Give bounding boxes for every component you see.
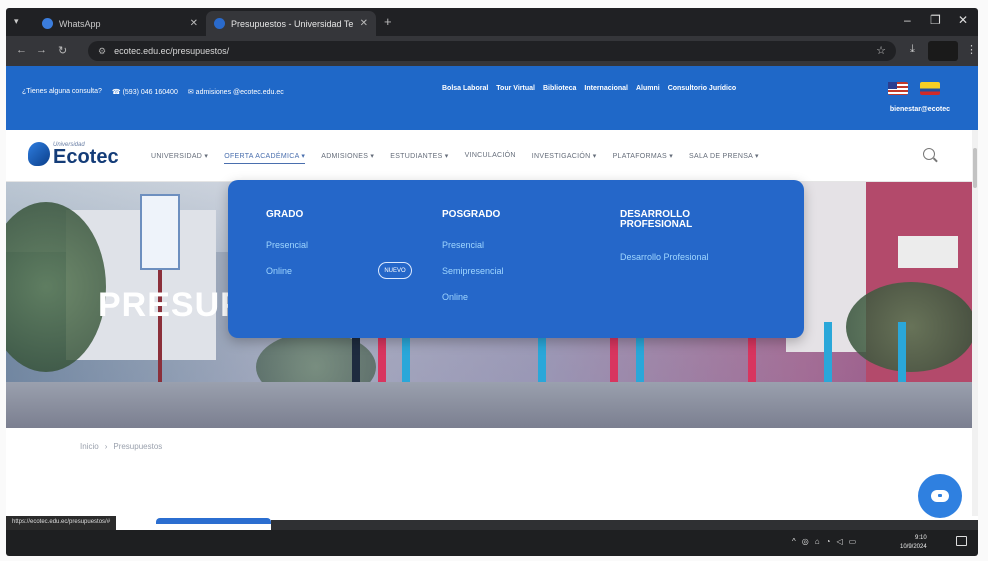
menu-heading-grado: GRADO [266,209,304,220]
bookmark-star-icon[interactable]: ☆ [876,44,886,57]
phone-link[interactable]: ☎ (593) 046 160400 [112,88,178,96]
volume-icon[interactable]: ◁ [836,537,842,546]
page-scrollbar[interactable] [972,130,978,516]
nav-vinculacion[interactable]: VINCULACIÓN [465,152,516,164]
top-link-internacional[interactable]: Internacional [584,85,628,92]
menu-heading-desarrollo: DESARROLLO PROFESIONAL [620,209,693,230]
contact-info: ¿Tienes alguna consulta? ☎ (593) 046 160… [22,88,284,96]
breadcrumb: Inicio › Presupuestos [80,442,162,451]
minimize-icon[interactable]: – [904,13,911,27]
nav-investigacion[interactable]: INVESTIGACIÓN ▾ [532,152,597,164]
menu-link-desarrollo-profesional[interactable]: Desarrollo Profesional [620,252,720,262]
new-tab-plus-icon[interactable]: + [384,14,392,29]
browser-tab-strip: ▾ WhatsApp ✕ Presupuestos - Universidad … [6,8,978,36]
menu-heading-posgrado: POSGRADO [442,209,501,220]
address-bar[interactable]: ⚙ ecotec.edu.ec/presupuestos/ ☆ [88,41,896,61]
breadcrumb-current: Presupuestos [113,442,163,451]
top-link-bolsa-laboral[interactable]: Bolsa Laboral [442,85,488,92]
hero-ground [6,382,978,428]
nav-plataformas[interactable]: PLATAFORMAS ▾ [613,152,673,164]
tab-presupuestos[interactable]: Presupuestos - Universidad Te ✕ [206,11,376,36]
breadcrumb-separator: › [104,442,108,451]
top-link-consultorio[interactable]: Consultorio Jurídico [668,85,736,92]
maximize-icon[interactable]: ❐ [930,13,941,27]
windows-taskbar: ^ ◎ ⌂ ◔ ◁ ▭ 9:10 10/9/2024 [6,530,978,556]
close-window-icon[interactable]: ✕ [958,13,968,27]
hero-window [898,236,958,268]
main-menu: UNIVERSIDAD ▾ OFERTA ACADÉMICA ▾ ADMISIO… [151,152,775,164]
ecotec-logo-mark-icon [28,142,50,166]
tray-app-icon[interactable]: ◎ [802,537,809,546]
ecotec-logo[interactable]: Universidad Ecotec [28,142,119,168]
menu-link-posgrado-presencial[interactable]: Presencial [442,240,504,250]
whatsapp-favicon-icon [42,18,53,29]
ecotec-favicon-icon [214,18,225,29]
site-info-icon[interactable]: ⚙ [98,46,106,57]
reload-icon[interactable]: ↻ [58,44,67,57]
status-url-bubble: https://ecotec.edu.ec/presupuestos/# [6,516,117,530]
top-link-bienestar[interactable]: bienestar@ecotec [890,106,950,113]
nav-oferta-academica[interactable]: OFERTA ACADÉMICA ▾ [224,152,306,164]
forward-arrow-icon[interactable]: → [36,44,47,56]
taskbar-time: 9:10 [915,535,927,541]
top-link-biblioteca[interactable]: Biblioteca [543,85,576,92]
oferta-academica-dropdown: GRADO Presencial Online NUEVO POSGRADO P… [228,180,804,338]
menu-column-grado: GRADO Presencial Online [266,210,308,292]
tab-search-icon[interactable]: ▾ [14,16,19,27]
nav-estudiantes[interactable]: ESTUDIANTES ▾ [390,152,448,164]
logo-name: Ecotec [53,146,119,168]
site-nav: Universidad Ecotec UNIVERSIDAD ▾ OFERTA … [6,130,978,182]
menu-link-posgrado-semipresencial[interactable]: Semipresencial [442,266,504,276]
hero-tree [846,282,976,372]
taskbar-date: 10/9/2024 [900,544,927,550]
tab-title: Presupuestos - Universidad Te [231,18,354,29]
chat-button[interactable] [918,474,962,518]
hero-title: PRESUP [98,286,244,324]
menu-link-grado-online[interactable]: Online [266,266,308,276]
tab-title: WhatsApp [59,18,101,29]
scrollbar-thumb[interactable] [973,148,977,188]
network-icon[interactable]: ⌂ [815,537,820,546]
taskbar-clock[interactable]: 9:10 10/9/2024 [900,534,927,552]
tray-chevron-icon[interactable]: ^ [792,537,796,546]
ecuador-flag-icon[interactable] [920,82,940,95]
language-icon[interactable]: ▭ [849,537,857,546]
breadcrumb-home[interactable]: Inicio [80,442,99,451]
hero-signboard [140,194,180,270]
search-icon[interactable] [923,148,935,160]
back-arrow-icon[interactable]: ← [16,44,27,56]
wifi-icon[interactable]: ◔ [826,537,831,546]
email-link[interactable]: ✉ admisiones @ecotec.edu.ec [188,88,284,96]
top-link-tour-virtual[interactable]: Tour Virtual [496,85,535,92]
menu-link-grado-presencial[interactable]: Presencial [266,240,308,250]
nav-admisiones[interactable]: ADMISIONES ▾ [321,152,374,164]
top-links: Bolsa Laboral Tour Virtual Biblioteca In… [442,85,736,92]
close-tab-icon[interactable]: ✕ [190,18,198,29]
menu-kebab-icon[interactable]: ⋮ [966,43,977,56]
nuevo-badge: NUEVO [378,262,412,279]
nav-sala-de-prensa[interactable]: SALA DE PRENSA ▾ [689,152,759,164]
us-flag-icon[interactable] [888,82,908,95]
close-tab-icon[interactable]: ✕ [360,18,368,29]
browser-toolbar: ← → ↻ ⚙ ecotec.edu.ec/presupuestos/ ☆ ⤓ … [6,36,978,66]
menu-column-desarrollo: DESARROLLO PROFESIONAL Desarrollo Profes… [620,210,720,278]
system-tray: ^ ◎ ⌂ ◔ ◁ ▭ [792,537,856,546]
top-link-alumni[interactable]: Alumni [636,85,660,92]
profile-avatar[interactable] [928,41,958,61]
menu-column-posgrado: POSGRADO Presencial Semipresencial Onlin… [442,210,504,318]
url-text: ecotec.edu.ec/presupuestos/ [114,46,230,56]
site-top-bar: ¿Tienes alguna consulta? ☎ (593) 046 160… [6,66,978,130]
contact-question: ¿Tienes alguna consulta? [22,88,102,95]
photo-frame: ▾ WhatsApp ✕ Presupuestos - Universidad … [0,0,988,561]
content-blue-strip [156,518,271,524]
tab-whatsapp[interactable]: WhatsApp ✕ [34,11,206,36]
download-icon[interactable]: ⤓ [910,43,915,56]
screen: ▾ WhatsApp ✕ Presupuestos - Universidad … [6,8,978,556]
notification-icon[interactable] [956,536,967,546]
chat-bubble-icon [931,490,949,502]
nav-universidad[interactable]: UNIVERSIDAD ▾ [151,152,208,164]
menu-link-posgrado-online[interactable]: Online [442,292,504,302]
